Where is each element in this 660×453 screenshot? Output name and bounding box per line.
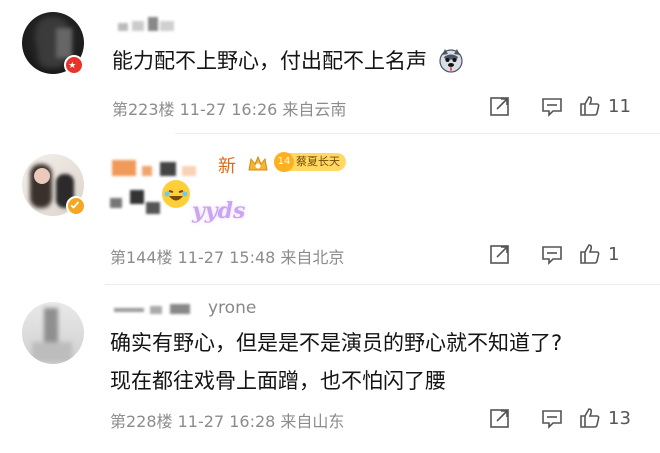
comment-item-1: ★ 能力配不上野心，付出配不上名声 第223楼 11-27 16:26 来自云南 bbox=[0, 0, 660, 140]
share-button[interactable] bbox=[474, 404, 526, 432]
comment-icon bbox=[542, 246, 562, 265]
fan-level: 14 bbox=[274, 152, 294, 172]
username[interactable]: 新 bbox=[218, 152, 236, 178]
comment-meta: 第223楼 11-27 16:26 来自云南 bbox=[112, 100, 347, 119]
username[interactable]: yrone bbox=[208, 298, 256, 318]
thumbs-up-icon bbox=[580, 408, 600, 428]
like-button[interactable]: 11 bbox=[578, 94, 648, 118]
share-icon bbox=[490, 97, 509, 116]
reply-button[interactable] bbox=[526, 92, 578, 120]
divider bbox=[175, 133, 660, 134]
share-icon bbox=[490, 245, 509, 264]
laughing-emoji-icon bbox=[162, 180, 190, 208]
verified-badge-icon bbox=[66, 196, 86, 216]
sticker-text: yyds bbox=[192, 198, 246, 224]
comment-item-3: yrone 确实有野心，但是是不是演员的野心就不知道了? 现在都往戏骨上面蹭，也… bbox=[0, 290, 660, 453]
comment-meta: 第144楼 11-27 15:48 来自北京 bbox=[110, 248, 345, 267]
crown-icon bbox=[246, 152, 270, 176]
thumbs-up-icon bbox=[580, 96, 600, 116]
sticker: yyds bbox=[162, 180, 252, 232]
like-count: 13 bbox=[608, 407, 631, 429]
husky-emoji-icon bbox=[438, 47, 464, 73]
thumbs-up-icon bbox=[580, 244, 600, 264]
like-button[interactable]: 13 bbox=[578, 406, 648, 430]
reply-button[interactable] bbox=[526, 404, 578, 432]
verified-badge-icon: ★ bbox=[64, 55, 84, 75]
comment-text: 能力配不上野心，付出配不上名声 bbox=[112, 46, 464, 76]
comment-item-2: 新 14 蔡夏长天 yyds 第144楼 11-27 15:48 来自北京 1 bbox=[0, 140, 660, 290]
fan-badge[interactable]: 14 蔡夏长天 bbox=[274, 152, 346, 172]
like-count: 1 bbox=[608, 243, 620, 265]
reply-button[interactable] bbox=[526, 240, 578, 268]
comment-icon bbox=[542, 98, 562, 117]
comment-icon bbox=[542, 410, 562, 429]
username-obscured bbox=[114, 304, 194, 314]
username-obscured bbox=[112, 158, 212, 178]
fan-badge-label: 蔡夏长天 bbox=[296, 155, 340, 168]
comment-meta: 第228楼 11-27 16:28 来自山东 bbox=[110, 412, 345, 431]
text-obscured bbox=[110, 190, 162, 214]
comment-actions: 1 bbox=[474, 240, 648, 268]
svg-text:★: ★ bbox=[68, 61, 76, 71]
like-button[interactable]: 1 bbox=[578, 242, 648, 266]
share-button[interactable] bbox=[474, 92, 526, 120]
share-button[interactable] bbox=[474, 240, 526, 268]
comment-text-line-2: 现在都往戏骨上面蹭，也不怕闪了腰 bbox=[110, 369, 446, 393]
divider bbox=[105, 284, 660, 285]
comment-actions: 13 bbox=[474, 404, 648, 432]
share-icon bbox=[490, 409, 509, 428]
avatar[interactable] bbox=[22, 302, 84, 364]
like-count: 11 bbox=[608, 95, 631, 117]
username-obscured bbox=[118, 17, 176, 31]
comment-text-line-1: 确实有野心，但是是不是演员的野心就不知道了? bbox=[110, 331, 563, 355]
comment-actions: 11 bbox=[474, 92, 648, 120]
